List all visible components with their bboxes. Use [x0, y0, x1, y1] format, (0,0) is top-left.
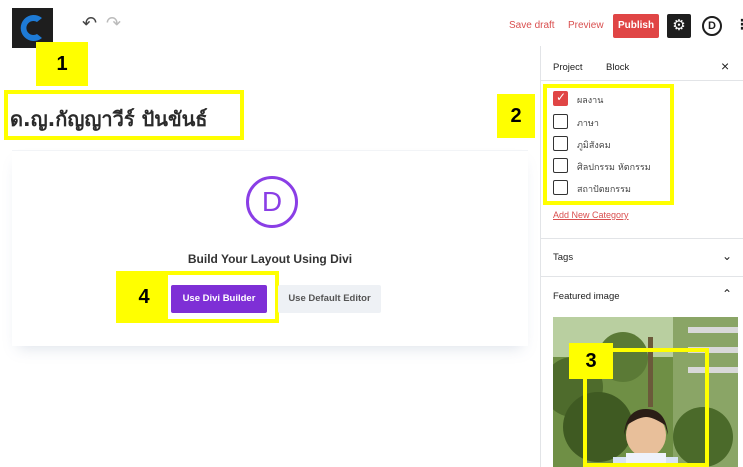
tab-project[interactable]: Project: [553, 62, 583, 73]
settings-button[interactable]: ⚙: [667, 14, 691, 38]
tab-block[interactable]: Block: [606, 62, 629, 73]
callout-number-3: 3: [569, 343, 613, 379]
add-new-category-link[interactable]: Add New Category: [553, 210, 629, 220]
callout-number-4: 4: [120, 275, 168, 319]
sidebar-divider: [541, 276, 743, 277]
post-title[interactable]: ด.ญ.กัญญาวีร์ ปันขันธ์: [10, 103, 208, 135]
use-divi-builder-button[interactable]: Use Divi Builder: [171, 285, 267, 313]
callout-number-2: 2: [497, 94, 535, 138]
checkbox[interactable]: [553, 136, 568, 151]
undo-icon[interactable]: ↶: [82, 14, 97, 32]
category-label: ภาษา: [577, 119, 599, 129]
publish-button[interactable]: Publish: [613, 14, 659, 38]
callout-number-1: 1: [40, 46, 84, 82]
category-item-portfolio[interactable]: ผลงาน: [553, 90, 683, 107]
sidebar-divider: [541, 238, 743, 239]
gear-icon: ⚙: [672, 17, 686, 34]
category-item-social[interactable]: ภูมิสังคม: [553, 136, 683, 152]
editor-toolbar: ↶ ↷ Save draft Preview Publish ⚙ D ⋮: [0, 0, 743, 48]
save-draft-button[interactable]: Save draft: [509, 20, 555, 31]
tags-panel-title[interactable]: Tags: [553, 252, 573, 263]
divi-heading: Build Your Layout Using Divi: [187, 252, 353, 266]
featured-image-panel-title[interactable]: Featured image: [553, 291, 620, 302]
category-label: ภูมิสังคม: [577, 141, 611, 151]
checkbox[interactable]: [553, 114, 568, 129]
checkbox[interactable]: [553, 180, 568, 195]
category-label: ศิลปกรรม หัตกรรม: [577, 163, 651, 173]
chevron-down-icon[interactable]: ⌄: [722, 249, 732, 263]
chevron-up-icon[interactable]: ⌃: [722, 287, 732, 301]
use-default-editor-button[interactable]: Use Default Editor: [278, 285, 381, 313]
category-label: ผลงาน: [577, 96, 604, 106]
redo-icon[interactable]: ↷: [106, 14, 121, 32]
close-icon[interactable]: ×: [721, 58, 729, 74]
sidebar-divider: [541, 80, 743, 81]
category-item-arts[interactable]: ศิลปกรรม หัตกรรม: [553, 158, 683, 174]
category-item-architecture[interactable]: สถาปัตยกรรม: [553, 180, 683, 196]
more-options-icon[interactable]: ⋮: [735, 17, 743, 31]
checkbox-checked[interactable]: [553, 90, 568, 106]
checkbox[interactable]: [553, 158, 568, 173]
divi-logo-icon: D: [246, 176, 298, 228]
divi-icon[interactable]: D: [702, 16, 722, 36]
category-item-language[interactable]: ภาษา: [553, 114, 683, 130]
preview-button[interactable]: Preview: [568, 20, 604, 31]
category-label: สถาปัตยกรรม: [577, 185, 631, 195]
